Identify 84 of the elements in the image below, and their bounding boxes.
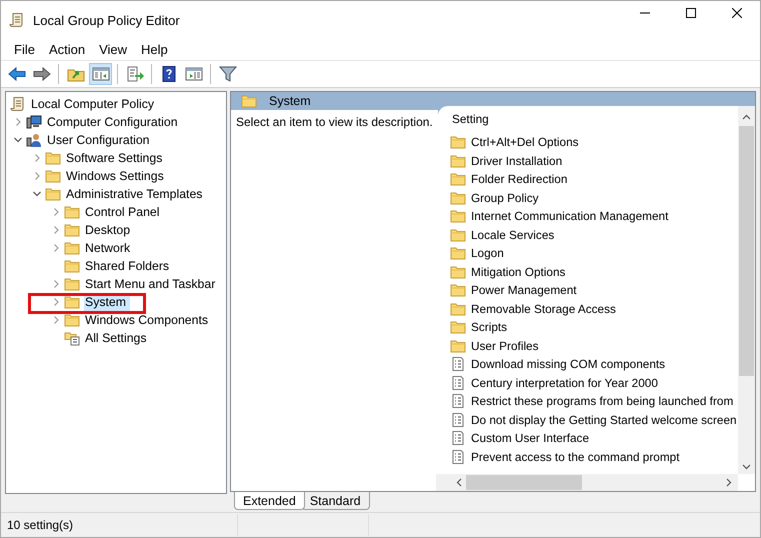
menu-item[interactable]: Help: [134, 42, 175, 57]
scroll-down-icon[interactable]: [742, 464, 751, 470]
tree-item[interactable]: Local Computer Policy: [30, 96, 158, 112]
tree-item[interactable]: Windows Settings: [65, 168, 168, 184]
tree-item[interactable]: Desktop: [84, 222, 134, 238]
settings-list-icon: [64, 330, 80, 346]
folder-icon: [64, 276, 80, 292]
document-icon: [450, 412, 466, 428]
description-text: Select an item to view its description.: [236, 115, 433, 129]
list-item[interactable]: Custom User Interface: [471, 431, 590, 446]
document-icon: [450, 448, 466, 465]
folder-icon: [450, 264, 466, 280]
list-item[interactable]: Prevent access to the command prompt: [471, 450, 680, 464]
list-item[interactable]: Group Policy: [471, 190, 539, 205]
column-header[interactable]: Setting: [450, 112, 489, 133]
tree-item[interactable]: Administrative Templates: [65, 186, 206, 202]
scroll-icon: [10, 96, 26, 112]
tree-item[interactable]: Computer Configuration: [46, 114, 182, 130]
scroll-up-icon[interactable]: [742, 114, 751, 120]
tree-item[interactable]: Control Panel: [84, 204, 164, 220]
folder-icon: [450, 319, 466, 336]
tree-item[interactable]: All Settings: [84, 330, 151, 346]
menu-item[interactable]: View: [92, 42, 134, 57]
list-item[interactable]: Do not display the Getting Started welcome screen: [471, 412, 737, 427]
list-item[interactable]: Mitigation Options: [471, 264, 566, 279]
list-item[interactable]: Ctrl+Alt+Del Options: [471, 135, 579, 150]
tree-item[interactable]: Software Settings: [65, 150, 166, 166]
folder-icon: [64, 240, 80, 256]
menu-item[interactable]: File: [7, 42, 42, 57]
scroll-icon: [9, 12, 25, 28]
tree-toggle-button[interactable]: [89, 63, 112, 85]
scroll-right-icon[interactable]: [726, 478, 732, 488]
list-item[interactable]: Scripts: [471, 320, 508, 334]
list-item[interactable]: Removable Storage Access: [471, 302, 616, 316]
folder-icon: [450, 171, 466, 188]
folder-icon: [450, 245, 466, 262]
window-title: Local Group Policy Editor: [33, 12, 180, 28]
folder-icon: [64, 204, 80, 220]
list-item[interactable]: User Profiles: [471, 338, 539, 353]
tree-item[interactable]: Network: [84, 240, 134, 256]
list-item[interactable]: Download missing COM components: [471, 357, 666, 372]
menu-item[interactable]: Action: [42, 42, 92, 57]
folder-icon: [450, 338, 466, 354]
scroll-left-icon[interactable]: [456, 478, 462, 488]
folder-icon: [241, 93, 257, 109]
folder-icon: [45, 168, 61, 184]
computer-icon: [26, 114, 42, 130]
folder-icon: [45, 186, 61, 202]
folder-icon: [450, 134, 466, 150]
folder-icon: [450, 226, 466, 243]
list-item[interactable]: Century interpretation for Year 2000: [471, 376, 658, 390]
folder-icon: [64, 294, 80, 310]
document-icon: [450, 430, 466, 446]
document-icon: [450, 393, 466, 410]
list-item[interactable]: Internet Communication Management: [471, 209, 668, 224]
folder-icon: [64, 222, 80, 238]
tree-item[interactable]: User Configuration: [46, 132, 154, 148]
folder-icon: [64, 258, 80, 274]
folder-icon: [450, 282, 466, 298]
tree-item[interactable]: Windows Components: [84, 312, 212, 328]
folder-icon: [450, 300, 466, 317]
list-item[interactable]: Driver Installation: [471, 154, 562, 168]
list-item[interactable]: Restrict these programs from being launched from: [471, 394, 734, 408]
view-tab[interactable]: Extended: [234, 492, 305, 510]
folder-icon: [64, 312, 80, 328]
tree-item[interactable]: Start Menu and Taskbar: [84, 276, 220, 292]
vertical-scrollbar[interactable]: [738, 106, 755, 474]
maximize-icon: [686, 8, 696, 18]
list-item[interactable]: Folder Redirection: [471, 172, 568, 186]
document-icon: [450, 356, 466, 372]
status-text: 10 setting(s): [6, 518, 74, 532]
folder-icon: [45, 150, 61, 166]
horizontal-scrollbar[interactable]: [436, 474, 738, 492]
list-item[interactable]: Logon: [471, 246, 504, 260]
folder-icon: [450, 190, 466, 206]
list-item[interactable]: Power Management: [471, 283, 577, 298]
pane-title: System: [269, 94, 311, 108]
tree-item[interactable]: Shared Folders: [84, 258, 174, 274]
folder-icon: [450, 208, 466, 224]
user-icon: [26, 132, 42, 148]
list-item[interactable]: Locale Services: [471, 228, 554, 242]
folder-icon: [450, 152, 466, 169]
close-icon: [732, 8, 742, 18]
document-icon: [450, 374, 466, 391]
